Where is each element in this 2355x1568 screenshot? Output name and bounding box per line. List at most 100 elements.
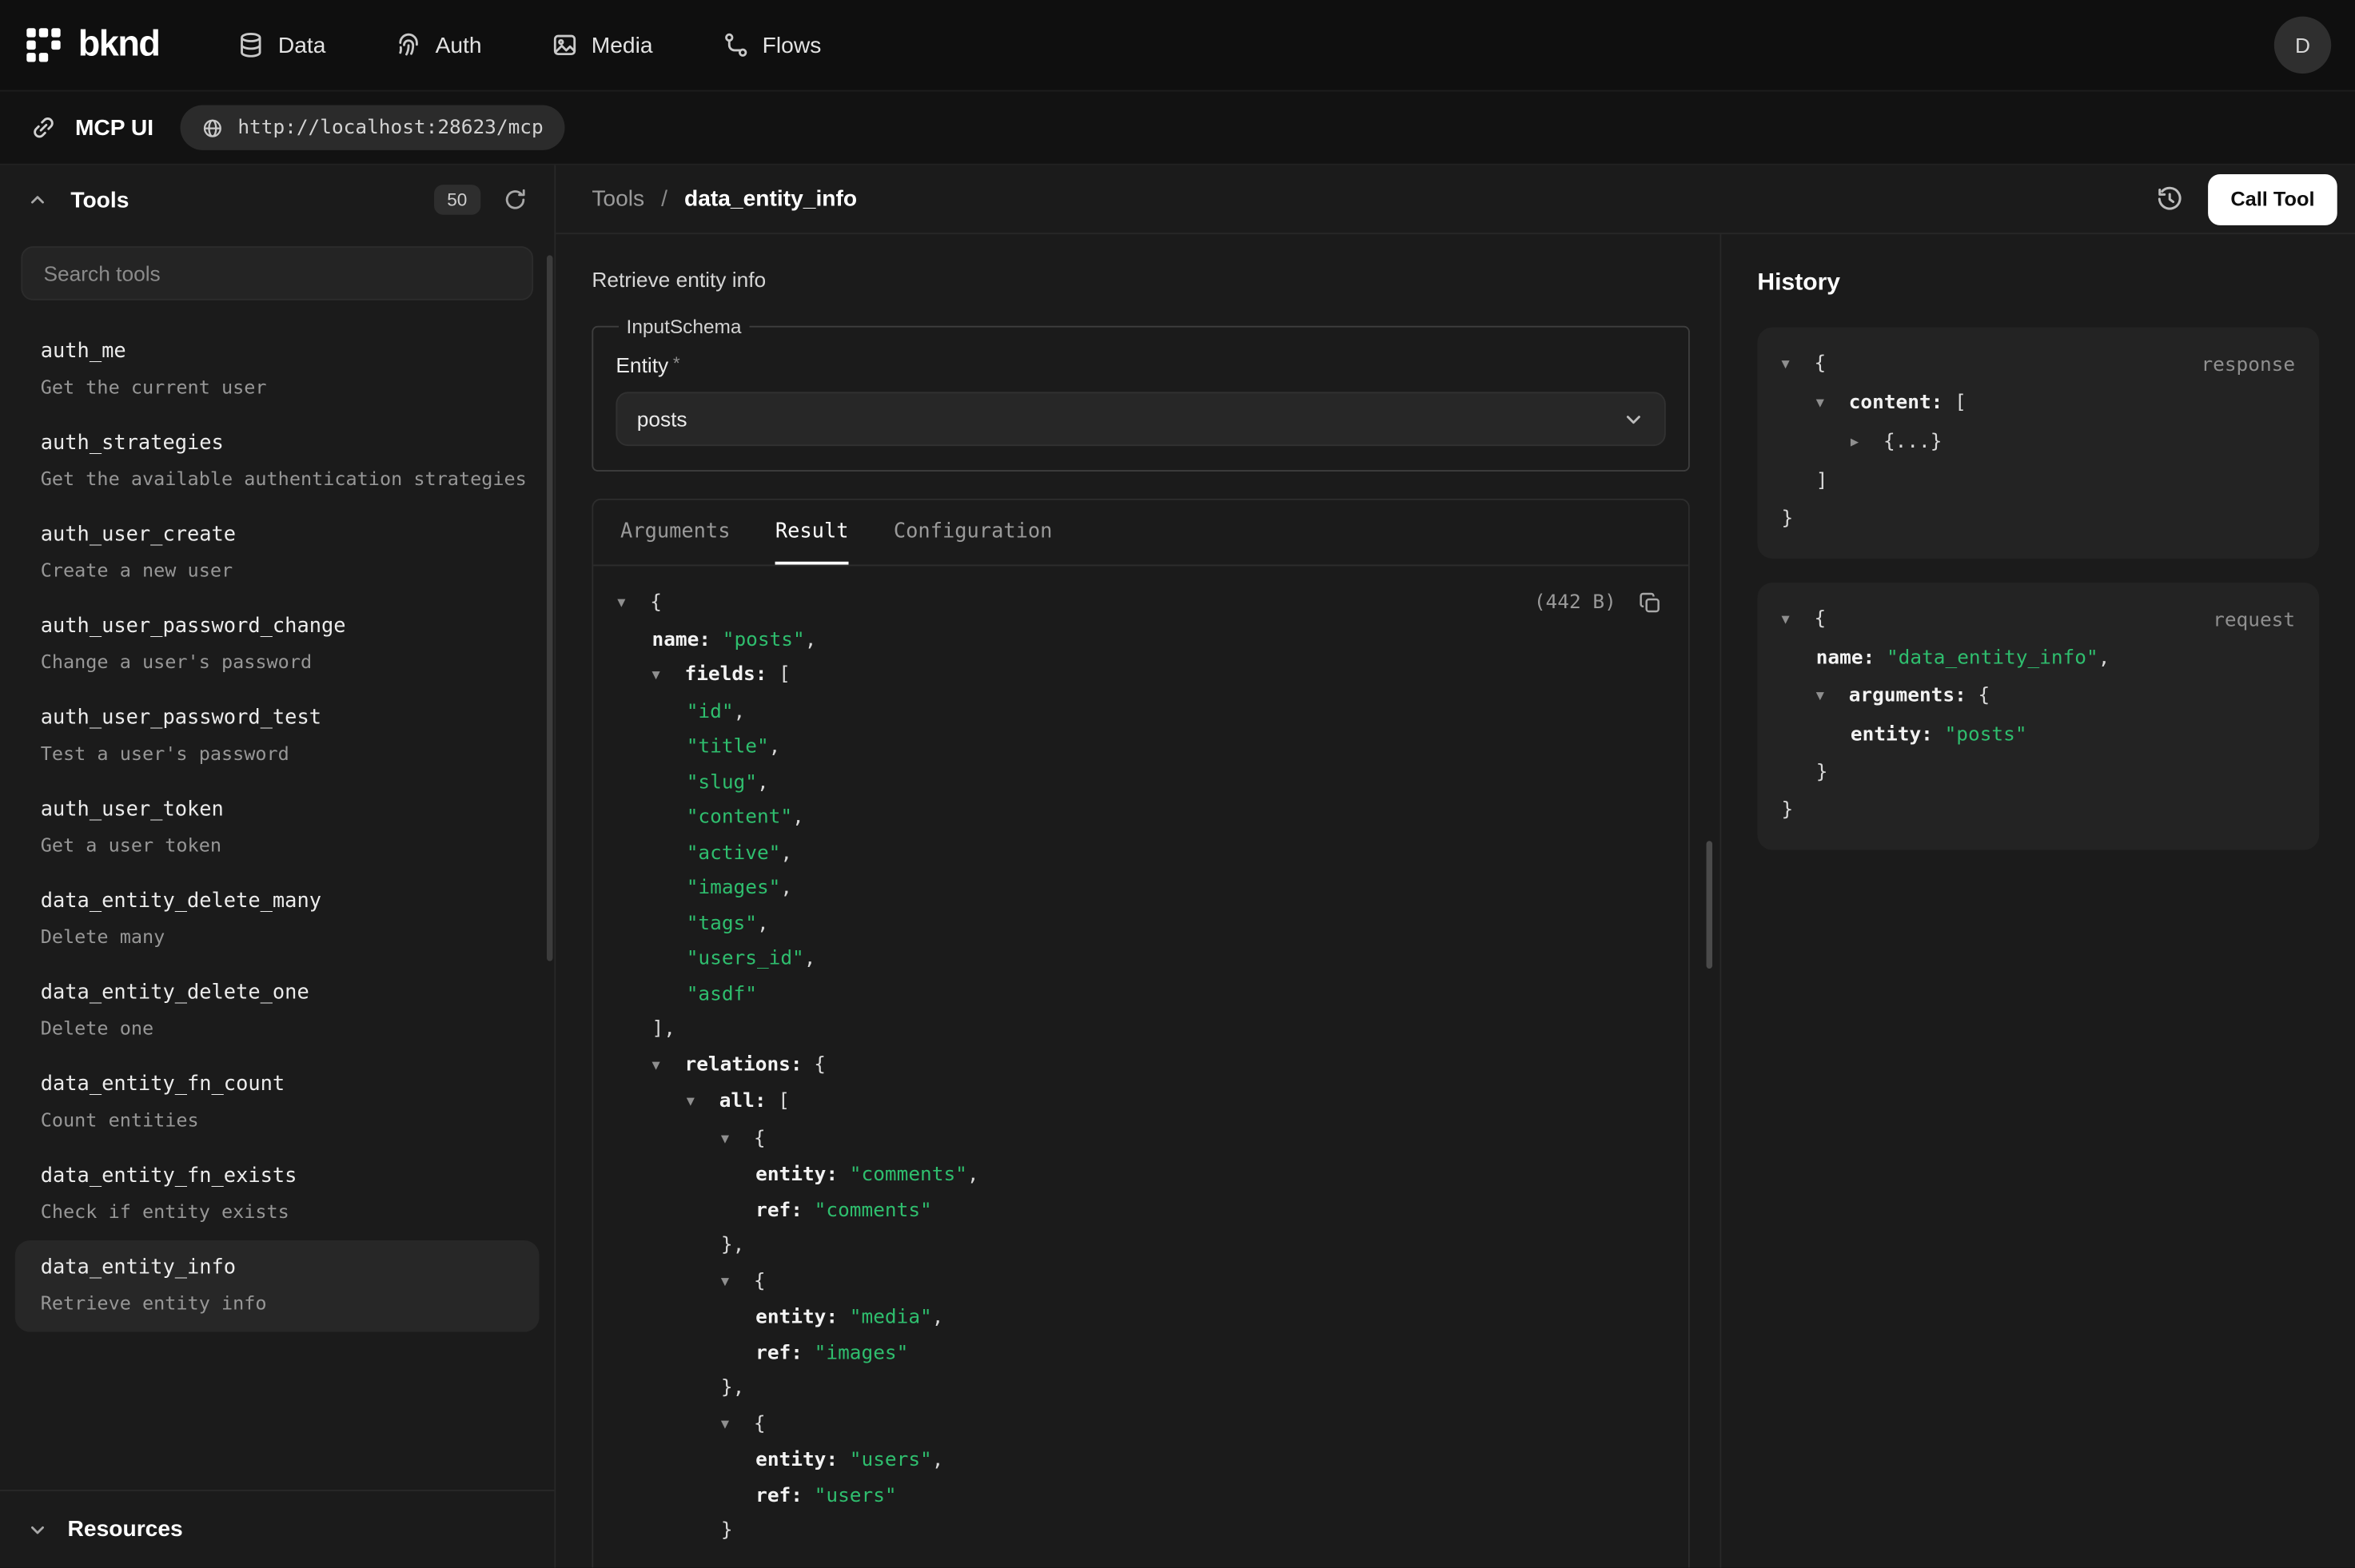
tab-arguments[interactable]: Arguments — [620, 500, 730, 565]
mcp-url-pill[interactable]: http://localhost:28623/mcp — [181, 105, 564, 150]
json-line: ▼ { — [617, 586, 1664, 623]
sidebar-scrollbar[interactable] — [547, 255, 553, 961]
json-line: ▼ content: [ — [1781, 384, 2295, 424]
json-line: "title", — [617, 730, 1664, 765]
history-card-response[interactable]: response ▼ {▼ content: [▶ {...}]} — [1757, 328, 2319, 559]
json-string: "users" — [815, 1484, 897, 1506]
json-punctuation: , — [792, 806, 804, 829]
expand-caret-icon[interactable]: ▶ — [1851, 425, 1871, 463]
json-punctuation: , — [769, 736, 781, 758]
tool-list-item[interactable]: data_entity_fn_exists Check if entity ex… — [15, 1148, 540, 1240]
json-punctuation: { — [742, 1270, 765, 1292]
tool-list-item[interactable]: auth_me Get the current user — [15, 324, 540, 416]
tool-name: auth_me — [41, 340, 528, 364]
tool-description: Get the current user — [41, 376, 267, 398]
tool-list-item[interactable]: data_entity_fn_count Count entities — [15, 1057, 540, 1149]
clock-history-icon — [2155, 185, 2184, 213]
brand[interactable]: bknd — [24, 24, 159, 66]
collapse-caret-icon[interactable]: ▼ — [1781, 602, 1802, 639]
tool-detail-panel: Retrieve entity info InputSchema Entity*… — [556, 234, 1719, 1568]
json-string: "data_entity_info" — [1887, 647, 2098, 670]
tools-list: auth_me Get the current user auth_strate… — [0, 318, 554, 1490]
json-string: "posts" — [723, 628, 805, 651]
user-avatar[interactable]: D — [2274, 17, 2331, 74]
avatar-initial: D — [2295, 33, 2310, 57]
json-line: ] — [1781, 463, 2295, 500]
json-line: }, — [617, 1228, 1664, 1264]
top-navbar: bknd Data — [0, 0, 2355, 90]
tool-list-item[interactable]: auth_user_token Get a user token — [15, 782, 540, 874]
result-scrollbar[interactable] — [1707, 841, 1713, 969]
tab-configuration[interactable]: Configuration — [894, 500, 1053, 565]
json-line: entity: "users", — [617, 1443, 1664, 1478]
collapse-caret-icon[interactable]: ▼ — [1816, 386, 1837, 424]
chevron-up-icon[interactable] — [21, 183, 54, 216]
collapse-caret-icon[interactable]: ▼ — [1781, 347, 1802, 384]
tool-list-item[interactable]: auth_user_password_change Change a user'… — [15, 599, 540, 691]
json-punctuation: , — [967, 1164, 979, 1186]
nav-item-auth[interactable]: Auth — [395, 31, 482, 58]
collapse-caret-icon[interactable]: ▼ — [721, 1408, 742, 1443]
json-line: "tags", — [617, 906, 1664, 941]
refresh-button[interactable] — [497, 181, 533, 217]
nav-item-data[interactable]: Data — [237, 31, 325, 58]
tab-result[interactable]: Result — [775, 500, 849, 565]
nav-item-flows[interactable]: Flows — [722, 31, 821, 58]
json-punctuation — [803, 1199, 815, 1221]
json-punctuation: , — [757, 771, 769, 794]
collapse-caret-icon[interactable]: ▼ — [652, 1049, 672, 1084]
tool-name: auth_strategies — [41, 431, 528, 455]
json-key: content: — [1849, 392, 1943, 414]
tool-description: Change a user's password — [41, 651, 312, 673]
tool-description: Check if entity exists — [41, 1200, 289, 1222]
json-line: ▼ { — [617, 1121, 1664, 1158]
json-line: entity: "comments", — [617, 1158, 1664, 1193]
tab-label: Configuration — [894, 519, 1053, 543]
collapse-caret-icon[interactable]: ▼ — [1816, 679, 1837, 716]
json-line: ref: "users" — [617, 1478, 1664, 1514]
json-punctuation: { — [803, 1053, 826, 1076]
json-key: all: — [719, 1090, 767, 1112]
json-line: ref: "comments" — [617, 1193, 1664, 1228]
json-string: "tags" — [687, 912, 757, 934]
tool-description: Test a user's password — [41, 742, 289, 764]
tool-list-item[interactable]: data_entity_info Retrieve entity info — [15, 1240, 540, 1332]
entity-select[interactable]: posts — [616, 392, 1665, 446]
collapse-caret-icon[interactable]: ▼ — [721, 1265, 742, 1300]
nav-item-media[interactable]: Media — [551, 31, 653, 58]
json-line: name: "data_entity_info", — [1781, 639, 2295, 677]
search-tools-input[interactable] — [21, 246, 533, 300]
result-json-tree: ▼ {name: "posts",▼ fields: ["id","title"… — [617, 586, 1664, 1549]
json-line: }, — [617, 1371, 1664, 1407]
resources-section-header[interactable]: Resources — [0, 1490, 554, 1568]
json-string: "slug" — [687, 771, 757, 794]
main-header: Tools / data_entity_info Call Tool — [556, 165, 2355, 234]
tool-list-item[interactable]: auth_user_create Create a new user — [15, 507, 540, 599]
json-punctuation: [ — [767, 664, 790, 686]
collapse-caret-icon[interactable]: ▼ — [617, 587, 638, 623]
json-string: "images" — [687, 877, 781, 899]
json-string: "media" — [850, 1307, 932, 1329]
json-punctuation: } — [1816, 762, 1828, 784]
json-string: "comments" — [850, 1164, 967, 1186]
json-line: ], — [617, 1012, 1664, 1047]
call-tool-button[interactable]: Call Tool — [2208, 173, 2337, 225]
copy-button[interactable] — [1632, 586, 1667, 620]
collapse-caret-icon[interactable]: ▼ — [721, 1123, 742, 1158]
json-key: name: — [652, 628, 711, 651]
tool-list-item[interactable]: data_entity_delete_one Delete one — [15, 965, 540, 1057]
breadcrumb-root[interactable]: Tools — [592, 186, 644, 212]
json-punctuation: , — [932, 1449, 944, 1471]
collapse-caret-icon[interactable]: ▼ — [687, 1086, 707, 1121]
collapse-caret-icon[interactable]: ▼ — [652, 659, 672, 694]
history-button[interactable] — [2150, 179, 2190, 220]
json-punctuation: , — [734, 701, 746, 723]
json-punctuation: { — [1803, 353, 1826, 376]
tool-list-item[interactable]: data_entity_delete_many Delete many — [15, 874, 540, 966]
tool-list-item[interactable]: auth_user_password_test Test a user's pa… — [15, 690, 540, 782]
json-key: ref: — [755, 1342, 803, 1364]
json-string: "id" — [687, 701, 734, 723]
history-cards: response ▼ {▼ content: [▶ {...}]} reques… — [1757, 328, 2319, 850]
history-card-request[interactable]: request ▼ {name: "data_entity_info",▼ ar… — [1757, 583, 2319, 850]
tool-list-item[interactable]: auth_strategies Get the available authen… — [15, 416, 540, 507]
